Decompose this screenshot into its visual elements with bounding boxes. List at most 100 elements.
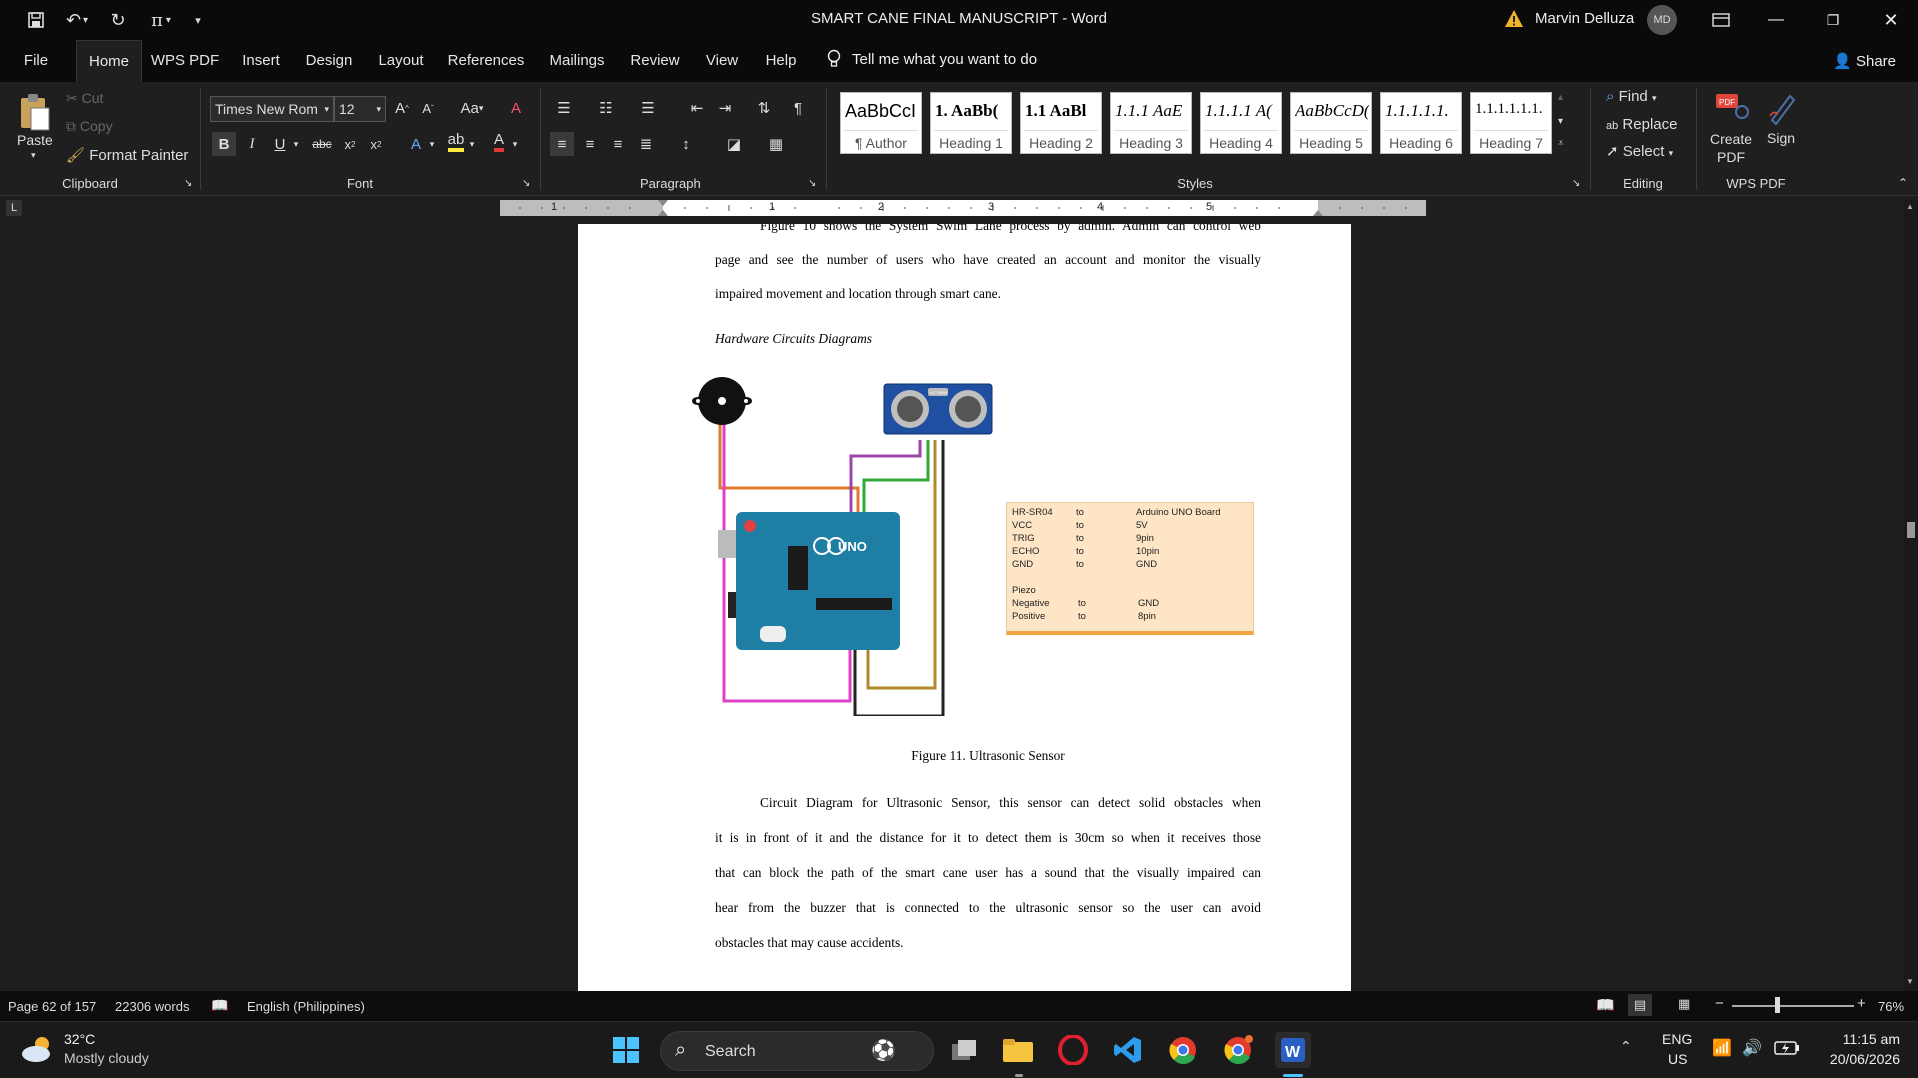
- styles-scroll-up-icon[interactable]: ▴: [1558, 92, 1563, 103]
- taskbar-search[interactable]: ⌕ Search ⚽: [660, 1031, 934, 1071]
- tab-mailings[interactable]: Mailings: [542, 40, 612, 82]
- close-button[interactable]: ✕: [1868, 0, 1914, 40]
- align-left-icon[interactable]: ≡: [550, 132, 574, 156]
- chevron-down-icon[interactable]: ▾: [426, 132, 438, 156]
- tab-review[interactable]: Review: [626, 40, 684, 82]
- user-name[interactable]: Marvin Delluza: [1535, 10, 1634, 27]
- save-icon[interactable]: [24, 8, 48, 32]
- zoom-slider[interactable]: [1732, 1005, 1854, 1007]
- find-button[interactable]: ⌕ Find ▾: [1606, 88, 1656, 105]
- style-tile-heading-2[interactable]: 1.1 AaBl Heading 2: [1020, 92, 1102, 154]
- wifi-icon[interactable]: 📶: [1712, 1038, 1732, 1058]
- share-button[interactable]: 👤 Share: [1833, 52, 1896, 70]
- clipboard-launcher-icon[interactable]: ↘: [184, 178, 192, 189]
- scroll-up-icon[interactable]: ▲: [1906, 202, 1914, 211]
- undo-icon[interactable]: ↶ ▾: [60, 8, 94, 32]
- pdf-icon[interactable]: PDF: [1716, 92, 1750, 129]
- zoom-in-icon[interactable]: +: [1857, 995, 1866, 1012]
- tab-design[interactable]: Design: [298, 40, 360, 82]
- multilevel-list-icon[interactable]: ☰: [636, 96, 660, 120]
- tell-me-search[interactable]: Tell me what you want to do: [826, 49, 1037, 69]
- vscode-icon[interactable]: [1110, 1032, 1146, 1068]
- print-layout-icon[interactable]: ▤: [1628, 994, 1652, 1016]
- increase-indent-icon[interactable]: ⇥: [713, 96, 737, 120]
- font-launcher-icon[interactable]: ↘: [522, 178, 530, 189]
- font-color-icon[interactable]: A: [487, 130, 511, 154]
- show-formatting-icon[interactable]: ¶: [786, 96, 810, 120]
- styles-scroll-down-icon[interactable]: ▾: [1558, 116, 1563, 127]
- file-explorer-icon[interactable]: [1000, 1032, 1036, 1068]
- tab-home[interactable]: Home: [76, 40, 142, 82]
- avatar[interactable]: MD: [1647, 5, 1677, 35]
- warning-icon[interactable]: [1504, 9, 1524, 34]
- format-painter-button[interactable]: 🖌 Format Painter: [66, 146, 188, 164]
- font-size-select[interactable]: 12 ▾: [334, 96, 386, 122]
- minimize-button[interactable]: —: [1753, 0, 1799, 40]
- subscript-icon[interactable]: x2: [338, 132, 362, 156]
- line-spacing-icon[interactable]: ↕: [674, 132, 698, 156]
- ribbon-display-options-icon[interactable]: [1698, 0, 1744, 40]
- redo-icon[interactable]: ↻: [106, 8, 130, 32]
- style-tile-author[interactable]: AaBbCcI ¶ Author: [840, 92, 922, 154]
- scroll-down-icon[interactable]: ▼: [1906, 977, 1914, 986]
- chevron-down-icon[interactable]: ▾: [466, 132, 478, 156]
- numbering-icon[interactable]: ☷: [594, 96, 618, 120]
- horizontal-ruler[interactable]: 1 1 2 3 4 5: [500, 200, 1426, 216]
- highlight-icon[interactable]: ab: [444, 130, 468, 154]
- scroll-thumb[interactable]: [1907, 522, 1915, 538]
- word-icon[interactable]: W: [1275, 1032, 1311, 1068]
- volume-icon[interactable]: 🔊: [1742, 1038, 1762, 1058]
- web-layout-icon[interactable]: ▦: [1678, 996, 1690, 1012]
- style-tile-heading-6[interactable]: 1.1.1.1.1. Heading 6: [1380, 92, 1462, 154]
- shading-icon[interactable]: ◪: [722, 132, 746, 156]
- opera-icon[interactable]: [1055, 1032, 1091, 1068]
- decrease-indent-icon[interactable]: ⇤: [685, 96, 709, 120]
- clock-time[interactable]: 11:15 am: [1818, 1031, 1900, 1047]
- create-pdf-button[interactable]: Create PDF: [1708, 130, 1754, 166]
- task-view-icon[interactable]: [946, 1032, 982, 1068]
- page-count[interactable]: Page 62 of 157: [8, 999, 96, 1014]
- copy-button[interactable]: ⧉ Copy: [66, 118, 113, 135]
- italic-button[interactable]: I: [240, 132, 264, 156]
- style-tile-heading-7[interactable]: 1.1.1.1.1.1. Heading 7: [1470, 92, 1552, 154]
- clock-date[interactable]: 20/06/2026: [1810, 1051, 1900, 1067]
- grow-font-icon[interactable]: A ^: [390, 96, 414, 120]
- customize-toolbar-icon[interactable]: ▾: [190, 8, 206, 32]
- sign-icon[interactable]: [1766, 90, 1796, 131]
- weather-icon[interactable]: [20, 1034, 54, 1069]
- tab-help[interactable]: Help: [758, 40, 804, 82]
- sign-button[interactable]: Sign: [1767, 130, 1795, 146]
- strikethrough-icon[interactable]: abc: [310, 132, 334, 156]
- equation-icon[interactable]: π ▾: [144, 8, 178, 32]
- chrome-profile-icon[interactable]: [1220, 1032, 1256, 1068]
- style-tile-heading-3[interactable]: 1.1.1 AaE Heading 3: [1110, 92, 1192, 154]
- bold-button[interactable]: B: [212, 132, 236, 156]
- tab-selector-icon[interactable]: L: [6, 200, 22, 216]
- zoom-level[interactable]: 76%: [1878, 999, 1904, 1014]
- restore-button[interactable]: ❐: [1810, 0, 1856, 40]
- borders-icon[interactable]: ▦: [764, 132, 788, 156]
- paste-dropdown-icon[interactable]: ▾: [31, 150, 36, 161]
- chevron-down-icon[interactable]: ▾: [509, 132, 521, 156]
- align-center-icon[interactable]: ≡: [578, 132, 602, 156]
- font-name-select[interactable]: Times New Rom ▾: [210, 96, 334, 122]
- proofing-icon[interactable]: 📖: [211, 997, 228, 1014]
- shrink-font-icon[interactable]: Aˇ: [416, 96, 440, 120]
- clear-formatting-icon[interactable]: A: [504, 96, 528, 120]
- temperature[interactable]: 32°C: [64, 1031, 95, 1047]
- paragraph-launcher-icon[interactable]: ↘: [808, 178, 816, 189]
- align-right-icon[interactable]: ≡: [606, 132, 630, 156]
- tab-wps-pdf[interactable]: WPS PDF: [148, 40, 222, 82]
- styles-more-icon[interactable]: ⩡: [1558, 138, 1564, 149]
- underline-button[interactable]: U: [268, 132, 292, 156]
- input-language-region[interactable]: US: [1668, 1051, 1687, 1067]
- paste-button[interactable]: Paste: [17, 132, 53, 148]
- style-tile-heading-5[interactable]: AaBbCcD(Heading 5: [1290, 92, 1372, 154]
- cut-button[interactable]: ✂ Cut: [66, 90, 103, 107]
- justify-icon[interactable]: ≣: [634, 132, 658, 156]
- battery-icon[interactable]: [1774, 1040, 1800, 1061]
- sort-icon[interactable]: ⇅: [752, 96, 776, 120]
- underline-dropdown-icon[interactable]: ▾: [290, 132, 302, 156]
- style-tile-heading-1[interactable]: 1. AaBb(Heading 1: [930, 92, 1012, 154]
- styles-launcher-icon[interactable]: ↘: [1572, 178, 1580, 189]
